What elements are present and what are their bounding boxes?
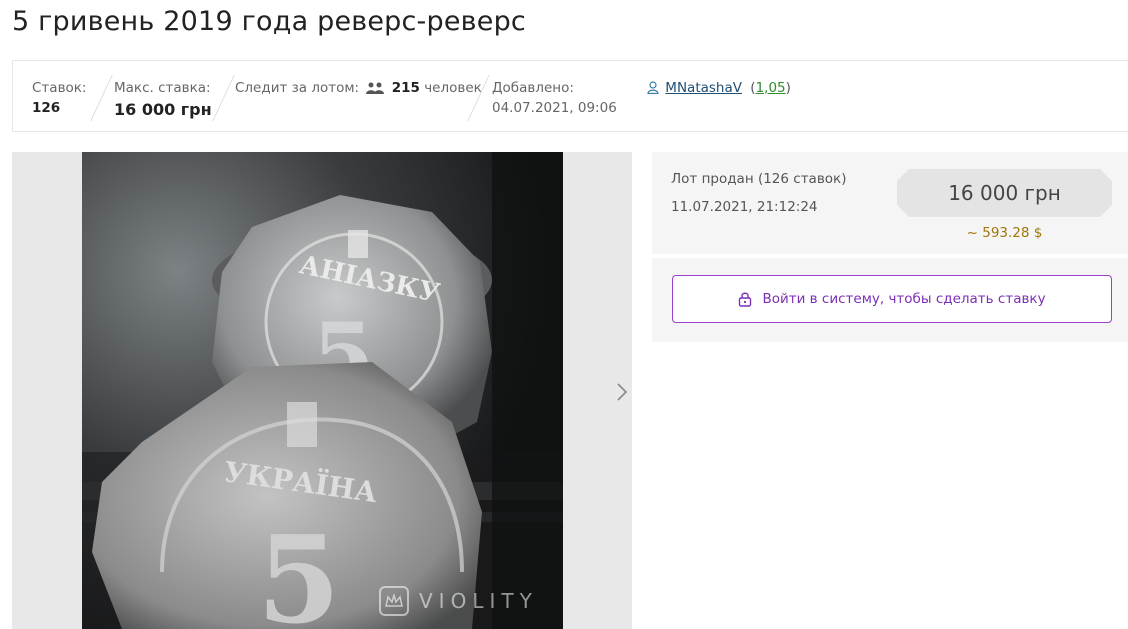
- svg-text:5: 5: [257, 510, 341, 629]
- divider: [212, 75, 235, 121]
- coin-photo-image: АНІАЗКУ 5 УКРАЇНА 5: [82, 152, 563, 629]
- image-gallery: АНІАЗКУ 5 УКРАЇНА 5 VIOLITY: [12, 152, 632, 629]
- followers-unit: человек: [424, 80, 482, 96]
- sale-date: 11.07.2021, 21:12:24: [671, 199, 818, 215]
- added-value: 04.07.2021, 09:06: [492, 100, 617, 116]
- followers-label: Следит за лотом:: [235, 80, 360, 96]
- seller-info: MNatashaV (1,05): [647, 80, 791, 96]
- bids-count: Ставок: 126: [32, 61, 86, 133]
- lot-info-bar: Ставок: 126 Макс. ставка: 16 000 грн Сле…: [12, 60, 1128, 132]
- chevron-right-icon: [617, 383, 628, 401]
- price-usd: ~ 593.28 $: [966, 225, 1043, 241]
- divider: [90, 75, 113, 121]
- users-icon: [366, 82, 385, 94]
- max-bid: Макс. ставка: 16 000 грн: [114, 61, 212, 133]
- max-bid-label: Макс. ставка:: [114, 80, 211, 96]
- sale-status: Лот продан (126 ставок): [671, 171, 847, 187]
- max-bid-value: 16 000 грн: [114, 100, 212, 119]
- bids-label: Ставок:: [32, 80, 87, 96]
- sale-result-panel: Лот продан (126 ставок) 11.07.2021, 21:1…: [652, 152, 1128, 254]
- seller-rating: (1,05): [750, 80, 791, 96]
- final-price: 16 000 грн: [897, 169, 1112, 217]
- seller-rating-link[interactable]: 1,05: [756, 80, 786, 96]
- next-image-button[interactable]: [611, 380, 633, 404]
- crown-icon: [379, 586, 409, 616]
- followers: Следит за лотом: 215 человек: [235, 61, 482, 133]
- user-icon: [647, 81, 659, 95]
- bids-value: 126: [32, 100, 61, 116]
- bid-panel: Войти в систему, чтобы сделать ставку: [652, 258, 1128, 342]
- watermark-text: VIOLITY: [419, 589, 538, 613]
- seller-link[interactable]: MNatashaV: [665, 80, 742, 96]
- lock-icon: [739, 292, 752, 307]
- violity-watermark: VIOLITY: [379, 586, 538, 616]
- page-title: 5 гривень 2019 года реверс-реверс: [12, 6, 526, 37]
- added-date: Добавлено: 04.07.2021, 09:06: [492, 61, 617, 133]
- login-button-label: Войти в систему, чтобы сделать ставку: [762, 291, 1046, 307]
- lot-photo[interactable]: АНІАЗКУ 5 УКРАЇНА 5 VIOLITY: [82, 152, 563, 629]
- followers-count: 215: [391, 80, 420, 96]
- added-label: Добавлено:: [492, 80, 574, 96]
- rating-close: ): [785, 80, 791, 96]
- login-to-bid-button[interactable]: Войти в систему, чтобы сделать ставку: [672, 275, 1112, 323]
